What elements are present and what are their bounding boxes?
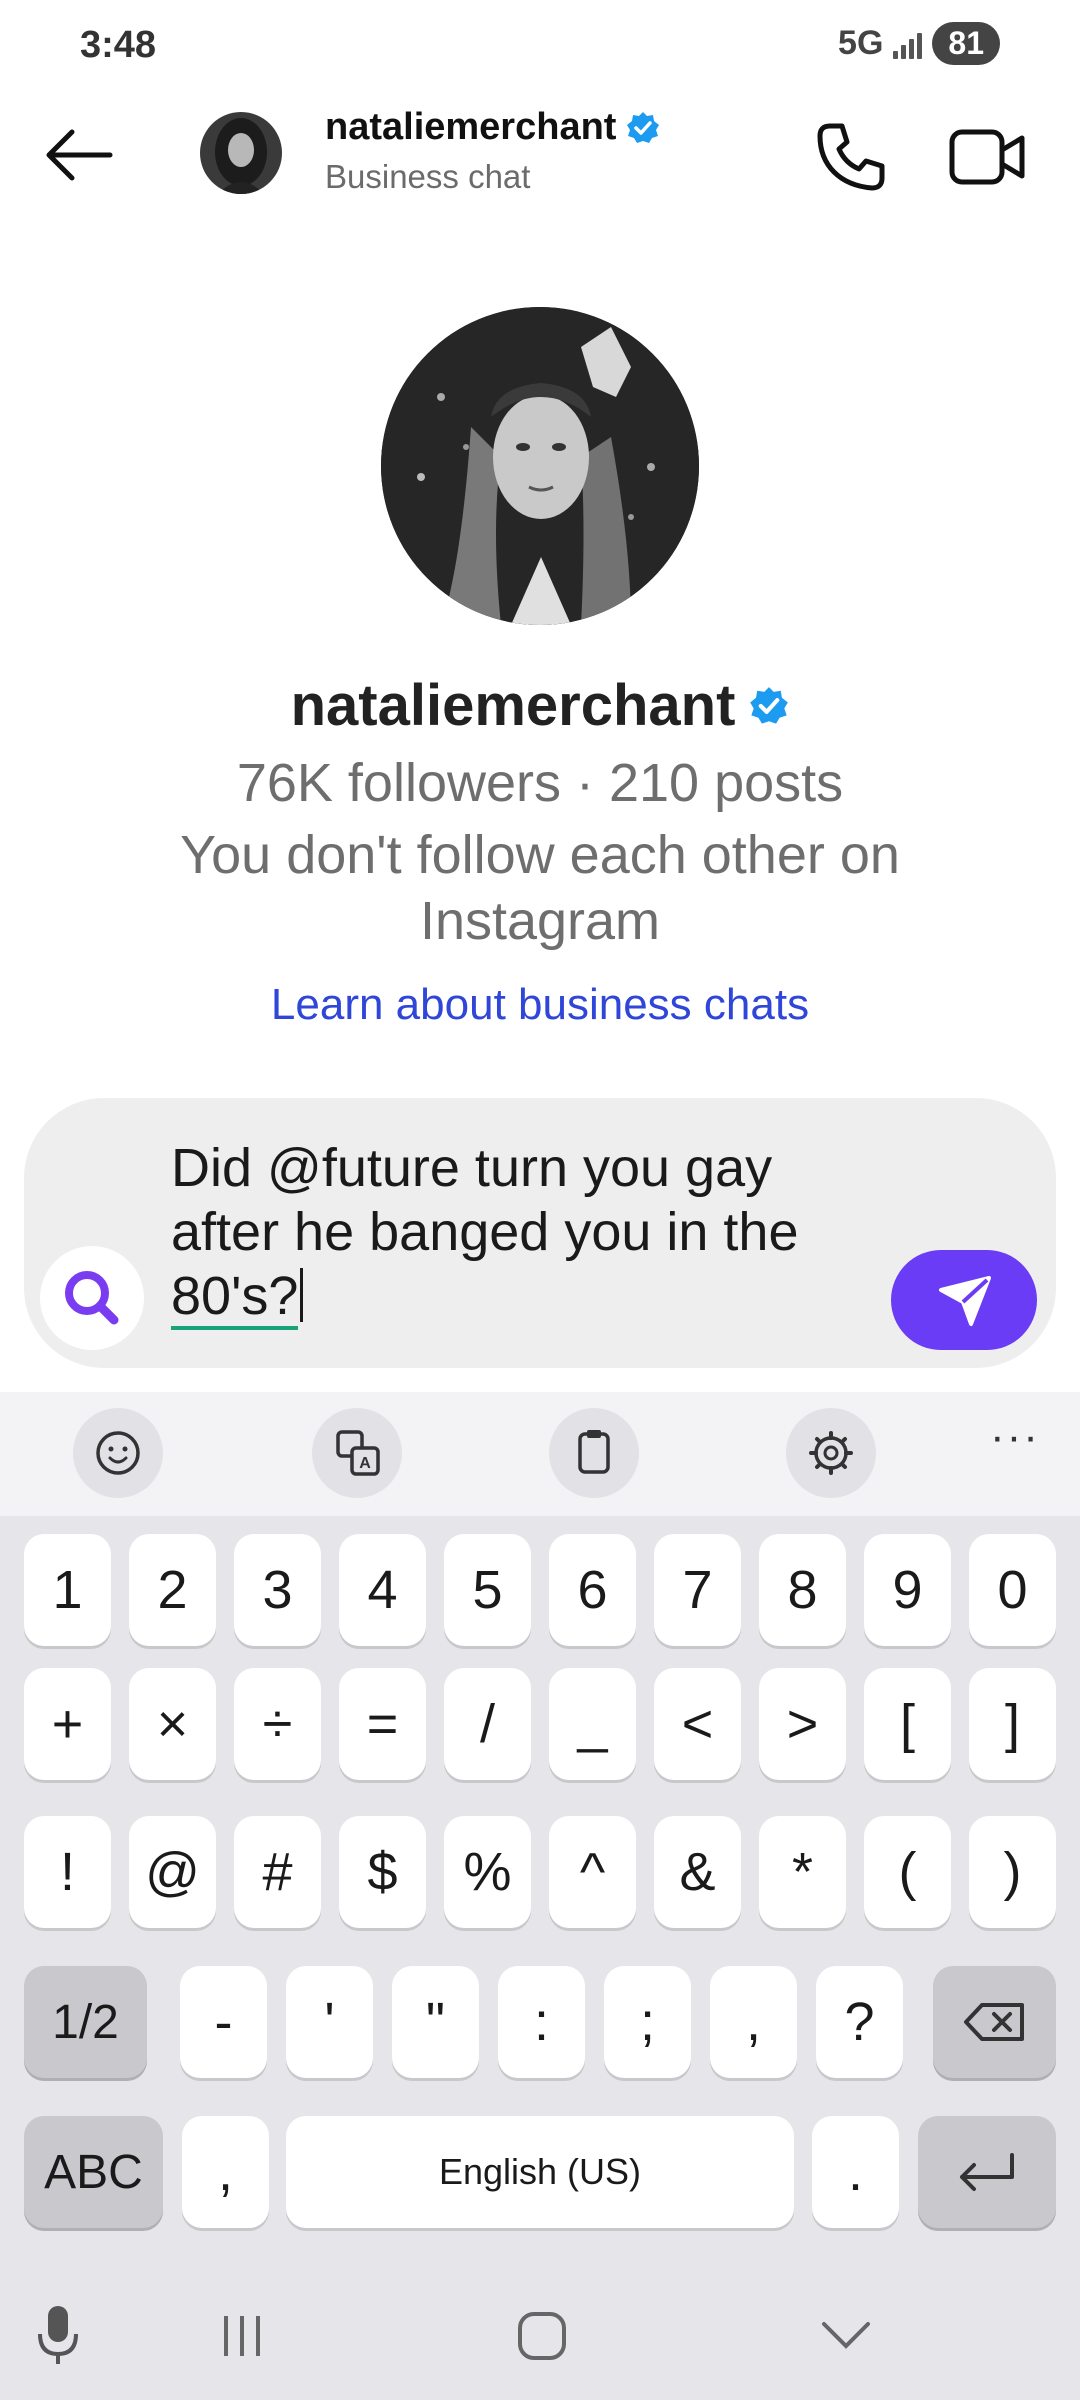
key-1[interactable]: 1 xyxy=(24,1534,111,1646)
key-semicolon[interactable]: ; xyxy=(604,1966,691,2078)
enter-key[interactable] xyxy=(918,2116,1056,2228)
home-icon[interactable] xyxy=(512,2306,572,2366)
phone-icon xyxy=(817,123,885,191)
search-icon xyxy=(65,1271,119,1325)
key-less-than[interactable]: < xyxy=(654,1668,741,1780)
key-5[interactable]: 5 xyxy=(444,1534,531,1646)
emoji-icon xyxy=(96,1431,140,1475)
enter-icon xyxy=(960,2153,1014,2191)
header-subtitle: Business chat xyxy=(325,158,531,195)
clipboard-button[interactable] xyxy=(549,1408,639,1498)
space-key[interactable]: English (US) xyxy=(286,2116,794,2228)
back-arrow-icon xyxy=(46,129,113,181)
keyboard-toolbar: A ··· xyxy=(0,1392,1080,1516)
header-avatar[interactable] xyxy=(200,112,282,194)
status-time: 3:48 xyxy=(80,24,157,66)
video-camera-icon xyxy=(949,129,1025,185)
recent-apps-icon[interactable] xyxy=(212,2308,272,2364)
abc-key[interactable]: ABC xyxy=(24,2116,163,2228)
key-exclamation[interactable]: ! xyxy=(24,1816,111,1928)
key-7[interactable]: 7 xyxy=(654,1534,741,1646)
key-quote[interactable]: " xyxy=(392,1966,479,2078)
key-percent[interactable]: % xyxy=(444,1816,531,1928)
settings-button[interactable] xyxy=(786,1408,876,1498)
key-9[interactable]: 9 xyxy=(864,1534,951,1646)
key-4[interactable]: 4 xyxy=(339,1534,426,1646)
message-input[interactable]: Did @future turn you gay after he banged… xyxy=(171,1136,891,1330)
keyboard: A ··· 1 2 3 4 5 6 7 8 9 0 + × ÷ = / _ < >[]! @ # $% ^ & *() 1/2-… xyxy=(0,1392,1080,2400)
key-dollar[interactable]: $ xyxy=(339,1816,426,1928)
status-bar: 3:48 5G 81 xyxy=(0,0,1080,92)
key-6[interactable]: 6 xyxy=(549,1534,636,1646)
key-equals[interactable]: = xyxy=(339,1668,426,1780)
symbol-page-toggle-key[interactable]: 1/2 xyxy=(24,1966,147,2078)
chat-header: nataliemerchant Business chat xyxy=(0,92,1080,218)
key-period[interactable]: . xyxy=(812,2116,899,2228)
translate-icon: A xyxy=(336,1430,380,1476)
key-divide[interactable]: ÷ xyxy=(234,1668,321,1780)
emoji-button[interactable] xyxy=(73,1408,163,1498)
clipboard-icon xyxy=(578,1430,610,1474)
microphone-icon[interactable] xyxy=(28,2300,88,2370)
header-name[interactable]: nataliemerchant xyxy=(325,106,660,149)
backspace-key[interactable] xyxy=(933,1966,1056,2078)
profile-stats: 76K followers · 210 posts xyxy=(236,753,844,813)
send-button[interactable] xyxy=(891,1250,1037,1350)
backspace-icon xyxy=(963,2003,1024,2041)
profile-name: nataliemerchant xyxy=(0,672,1080,739)
message-text: Did @future turn you gay after he banged… xyxy=(171,1138,799,1262)
key-left-bracket[interactable]: [ xyxy=(864,1668,951,1780)
key-right-bracket[interactable]: ] xyxy=(969,1668,1056,1780)
key-at[interactable]: @ xyxy=(129,1816,216,1928)
status-indicators: 5G 81 xyxy=(838,22,1000,65)
learn-business-chats-link[interactable]: Learn about business chats xyxy=(0,980,1080,1030)
key-comma-bottom[interactable]: , xyxy=(182,2116,269,2228)
back-button[interactable] xyxy=(40,120,120,190)
search-button[interactable] xyxy=(40,1246,144,1350)
key-8[interactable]: 8 xyxy=(759,1534,846,1646)
key-plus[interactable]: + xyxy=(24,1668,111,1780)
key-right-paren[interactable]: ) xyxy=(969,1816,1056,1928)
key-asterisk[interactable]: * xyxy=(759,1816,846,1928)
settings-gear-icon xyxy=(809,1431,853,1475)
hide-keyboard-icon[interactable] xyxy=(816,2310,876,2360)
key-comma[interactable]: , xyxy=(710,1966,797,2078)
key-ampersand[interactable]: & xyxy=(654,1816,741,1928)
key-hash[interactable]: # xyxy=(234,1816,321,1928)
key-underscore[interactable]: _ xyxy=(549,1668,636,1780)
network-type: 5G xyxy=(838,24,884,62)
svg-text:A: A xyxy=(359,1455,371,1472)
key-question[interactable]: ? xyxy=(816,1966,903,2078)
message-text-tail: 80's? xyxy=(171,1266,299,1330)
key-greater-than[interactable]: > xyxy=(759,1668,846,1780)
battery-level: 81 xyxy=(932,22,1000,65)
key-left-paren[interactable]: ( xyxy=(864,1816,951,1928)
verified-badge-icon xyxy=(627,111,660,143)
translate-button[interactable]: A xyxy=(312,1408,402,1498)
key-0[interactable]: 0 xyxy=(969,1534,1056,1646)
signal-icon xyxy=(893,29,923,59)
key-slash[interactable]: / xyxy=(444,1668,531,1780)
key-multiply[interactable]: × xyxy=(129,1668,216,1780)
header-name-text: nataliemerchant xyxy=(325,106,617,148)
key-colon[interactable]: : xyxy=(498,1966,585,2078)
key-3[interactable]: 3 xyxy=(234,1534,321,1646)
verified-badge-icon xyxy=(750,686,789,724)
key-hyphen[interactable]: - xyxy=(180,1966,267,2078)
key-apostrophe[interactable]: ' xyxy=(286,1966,373,2078)
send-icon xyxy=(939,1276,991,1326)
video-call-button[interactable] xyxy=(946,118,1030,196)
voice-call-button[interactable] xyxy=(812,118,890,196)
profile-name-text: nataliemerchant xyxy=(290,673,736,738)
profile-avatar[interactable] xyxy=(381,307,699,625)
message-composer[interactable]: Did @future turn you gay after he banged… xyxy=(24,1098,1056,1368)
key-2[interactable]: 2 xyxy=(129,1534,216,1646)
follow-status: You don't follow each other on Instagram xyxy=(180,825,900,951)
key-caret[interactable]: ^ xyxy=(549,1816,636,1928)
system-navigation-bar xyxy=(0,2270,1080,2400)
text-caret xyxy=(300,1268,304,1322)
more-options-icon[interactable]: ··· xyxy=(990,1412,1040,1462)
